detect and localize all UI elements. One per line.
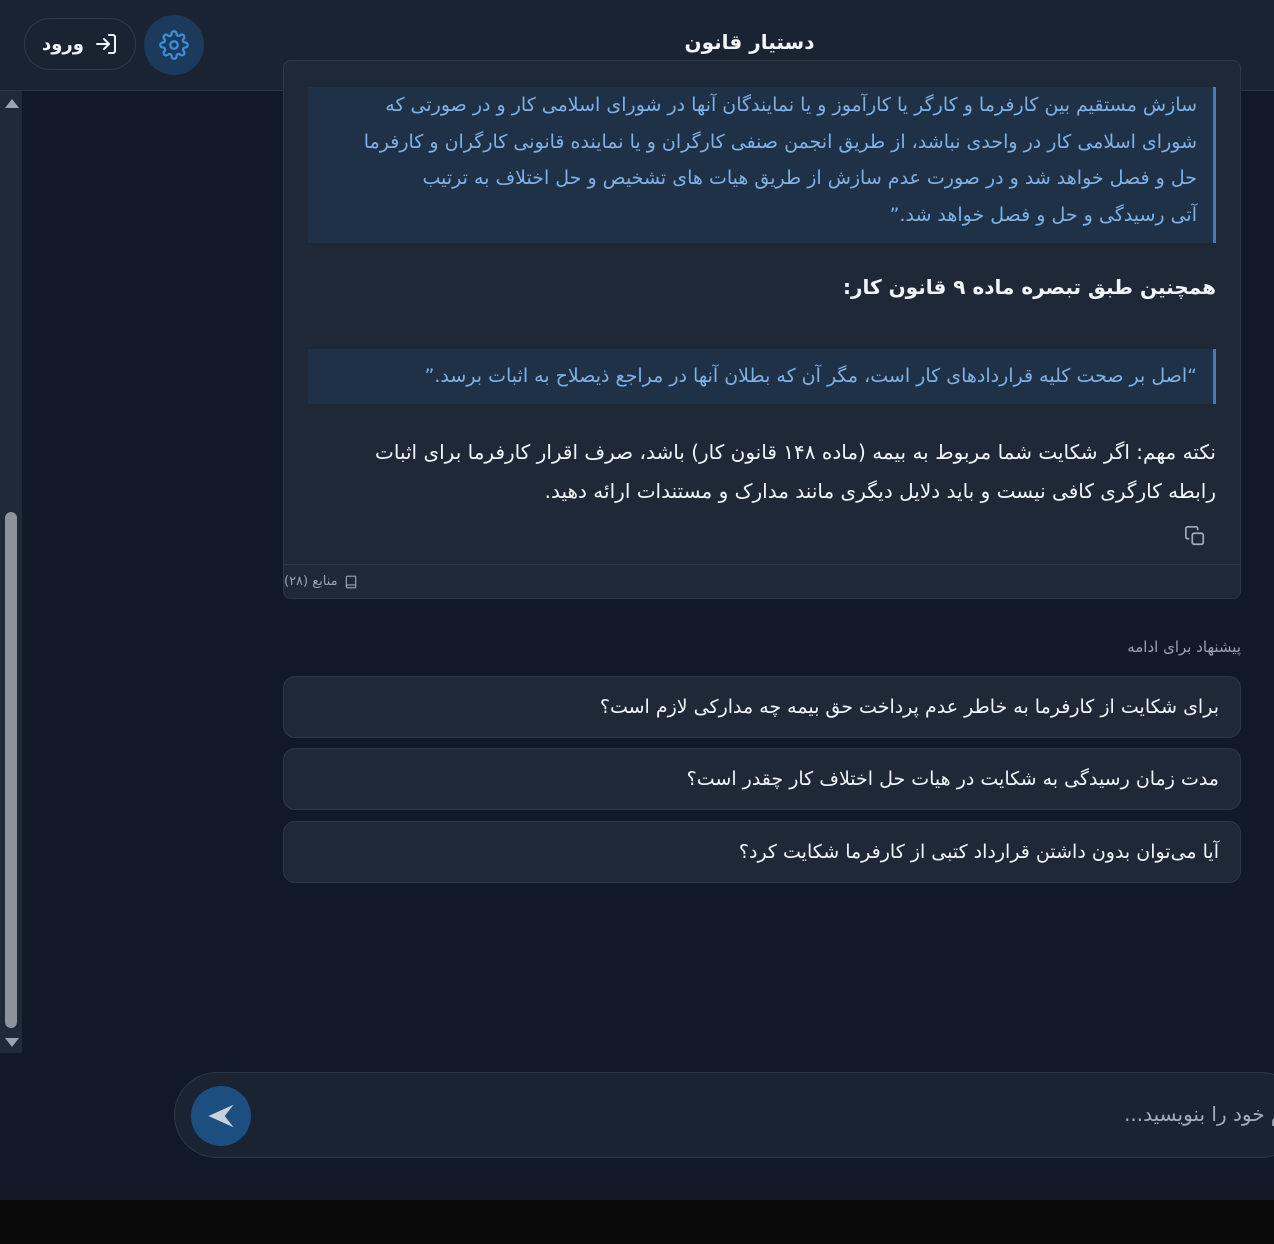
suggestion-button[interactable]: آیا می‌توان بدون داشتن قرارداد کتبی از ک…	[283, 821, 1241, 883]
app-title: دستیار قانون	[684, 30, 815, 54]
quote-line: شورای اسلامی کار در واحدی نباشد، از طریق…	[363, 130, 1197, 153]
assistant-message-card: سازش مستقیم بین کارفرما و کارگر یا کارآم…	[283, 60, 1241, 599]
suggestion-button[interactable]: برای شکایت از کارفرما به خاطر عدم پرداخت…	[283, 676, 1241, 738]
law-quote-block: سازش مستقیم بین کارفرما و کارگر یا کارآم…	[308, 87, 1216, 243]
suggestion-button[interactable]: مدت زمان رسیدگی به شکایت در هیات حل اختل…	[283, 748, 1241, 810]
sources-label: منابع (۲۸)	[284, 574, 338, 589]
message-composer	[174, 1072, 1274, 1158]
suggestion-text: مدت زمان رسیدگی به شکایت در هیات حل اختل…	[686, 768, 1219, 790]
suggestion-text: برای شکایت از کارفرما به خاطر عدم پرداخت…	[599, 696, 1219, 718]
sources-toggle[interactable]: منابع (۲۸)	[284, 564, 1240, 598]
suggestion-text: آیا می‌توان بدون داشتن قرارداد کتبی از ک…	[738, 841, 1219, 863]
copy-icon[interactable]	[1184, 525, 1206, 547]
book-icon	[345, 575, 356, 588]
quote-line: سازش مستقیم بین کارفرما و کارگر یا کارآم…	[385, 94, 1197, 116]
section-heading: همچنین طبق تبصره ماده ۹ قانون کار:	[842, 275, 1216, 299]
send-icon	[208, 1104, 234, 1128]
scroll-up-arrow-icon[interactable]	[5, 99, 19, 108]
vertical-scrollbar[interactable]	[0, 91, 22, 1053]
scroll-down-arrow-icon[interactable]	[5, 1038, 19, 1047]
quote-line: آتی رسیدگی و حل و فصل خواهد شد.”	[889, 203, 1197, 226]
article-quote-block: “اصل بر صحت کلیه قراردادهای کار است، مگر…	[308, 349, 1216, 404]
quote-line: حل و فصل خواهد شد و در صورت عدم سازش از …	[422, 167, 1197, 189]
message-input[interactable]	[275, 1093, 1274, 1135]
send-button[interactable]	[191, 1086, 251, 1146]
app-window: ورود دستیار قانون سازش مستقیم بین کارفرم…	[0, 0, 1274, 1200]
important-note: نکته مهم: اگر شکایت شما مربوط به بیمه (م…	[308, 433, 1216, 511]
note-line: رابطه کارگری کافی نیست و باید دلایل دیگر…	[544, 479, 1216, 503]
suggestions-heading: پیشنهاد برای ادامه	[1127, 638, 1241, 656]
quote-text: “اصل بر صحت کلیه قراردادهای کار است، مگر…	[424, 365, 1197, 388]
scrollbar-thumb[interactable]	[5, 512, 17, 1028]
note-line: نکته مهم: اگر شکایت شما مربوط به بیمه (م…	[375, 440, 1216, 464]
